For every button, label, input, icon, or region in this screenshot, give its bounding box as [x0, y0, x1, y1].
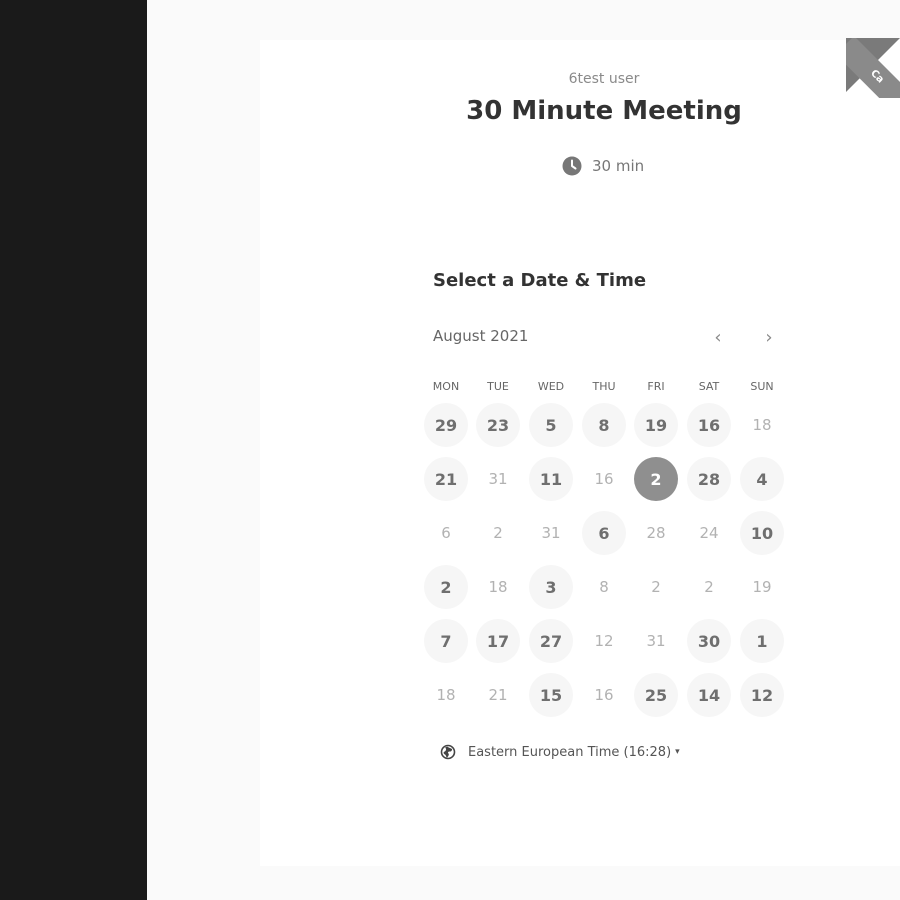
unavailable-day: 31	[541, 524, 561, 542]
available-day[interactable]: 21	[424, 457, 468, 501]
weekday-header: TUE	[487, 380, 509, 393]
duration: 30 min	[562, 155, 644, 177]
unavailable-day: 18	[436, 686, 456, 704]
timezone-selector[interactable]: Eastern European Time (16:28) ▾	[440, 742, 680, 762]
available-day[interactable]: 15	[529, 673, 573, 717]
next-month-button[interactable]: ›	[758, 326, 780, 348]
available-day[interactable]: 30	[687, 619, 731, 663]
left-panel	[0, 0, 147, 900]
available-day[interactable]: 19	[634, 403, 678, 447]
available-day[interactable]: 25	[634, 673, 678, 717]
unavailable-day: 2	[493, 524, 503, 542]
available-day[interactable]: 27	[529, 619, 573, 663]
available-day[interactable]: 16	[687, 403, 731, 447]
weekday-header: WED	[537, 380, 565, 393]
available-day[interactable]: 23	[476, 403, 520, 447]
caret-down-icon: ▾	[675, 747, 680, 757]
select-date-heading: Select a Date & Time	[433, 270, 647, 291]
available-day[interactable]: 4	[740, 457, 784, 501]
weekday-header: FRI	[647, 380, 665, 393]
host-name: 6test user	[568, 71, 640, 87]
available-day[interactable]: 29	[424, 403, 468, 447]
unavailable-day: 21	[488, 686, 508, 704]
unavailable-day: 18	[488, 578, 508, 596]
duration-label: 30 min	[592, 157, 645, 175]
clock-icon	[562, 156, 582, 176]
unavailable-day: 31	[646, 632, 666, 650]
event-title: 30 Minute Meeting	[466, 96, 742, 126]
unavailable-day: 16	[594, 686, 614, 704]
available-day[interactable]: 1	[740, 619, 784, 663]
available-day[interactable]: 5	[529, 403, 573, 447]
available-day[interactable]: 2	[424, 565, 468, 609]
corner-ribbon[interactable]: Ca	[846, 38, 900, 98]
available-day[interactable]: 10	[740, 511, 784, 555]
available-day[interactable]: 11	[529, 457, 573, 501]
unavailable-day: 8	[599, 578, 609, 596]
weekday-header: SAT	[698, 380, 720, 393]
timezone-label: Eastern European Time (16:28)	[468, 744, 672, 760]
unavailable-day: 18	[752, 416, 772, 434]
available-day[interactable]: 28	[687, 457, 731, 501]
unavailable-day: 12	[594, 632, 614, 650]
weekday-header: MON	[432, 380, 460, 393]
available-day[interactable]: 3	[529, 565, 573, 609]
unavailable-day: 2	[704, 578, 714, 596]
unavailable-day: 24	[699, 524, 719, 542]
unavailable-day: 2	[651, 578, 661, 596]
previous-month-button[interactable]: ‹	[707, 326, 729, 348]
available-day[interactable]: 14	[687, 673, 731, 717]
available-day[interactable]: 7	[424, 619, 468, 663]
unavailable-day: 16	[594, 470, 614, 488]
weekday-header: THU	[592, 380, 616, 393]
unavailable-day: 31	[488, 470, 508, 488]
selected-day[interactable]: 2	[634, 457, 678, 501]
available-day[interactable]: 17	[476, 619, 520, 663]
month-label: August 2021	[433, 327, 529, 345]
unavailable-day: 19	[752, 578, 772, 596]
available-day[interactable]: 8	[582, 403, 626, 447]
available-day[interactable]: 6	[582, 511, 626, 555]
unavailable-day: 6	[441, 524, 451, 542]
unavailable-day: 28	[646, 524, 666, 542]
globe-icon	[440, 744, 456, 760]
weekday-header: SUN	[750, 380, 774, 393]
available-day[interactable]: 12	[740, 673, 784, 717]
